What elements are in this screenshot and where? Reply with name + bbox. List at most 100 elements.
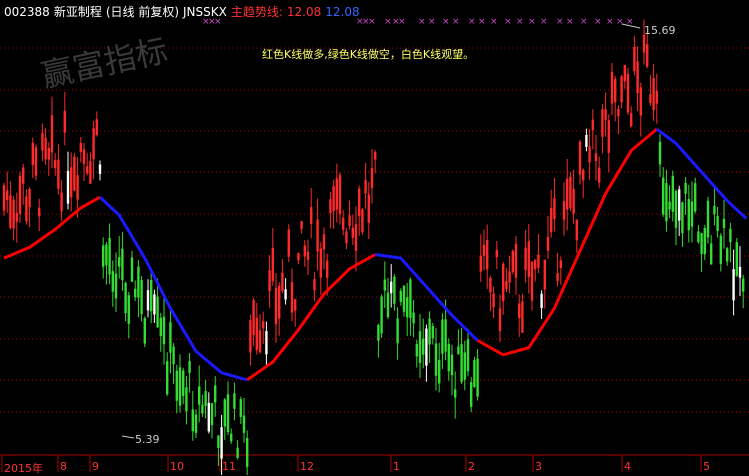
candle-body (614, 78, 617, 103)
candle-body (294, 299, 297, 311)
candle-body (92, 128, 95, 160)
candle-body (185, 387, 188, 412)
candle-body (658, 141, 662, 165)
candle-body (44, 137, 47, 160)
candle-body (364, 180, 367, 194)
x-axis-tick-label: 12 (300, 460, 314, 473)
candle-body (460, 344, 463, 382)
candle-body (130, 257, 134, 282)
candle-body (591, 119, 594, 131)
candle-body (729, 228, 732, 243)
candle-body (12, 199, 15, 229)
candle-body (313, 279, 316, 291)
candle-body (668, 201, 671, 210)
x-axis-tick-label: 9 (92, 460, 99, 473)
candle-body (582, 169, 585, 181)
candle-body (649, 94, 652, 103)
candle-body (374, 152, 377, 160)
x-axis-tick-label: 1 (393, 460, 400, 473)
candle-body (172, 346, 175, 365)
candle-body (604, 109, 607, 120)
candle-body (607, 120, 610, 153)
candle-body (505, 281, 508, 290)
signal-marker: × (468, 17, 476, 27)
candle-body (623, 65, 626, 82)
candle-body (681, 202, 684, 234)
signal-marker: × (566, 17, 574, 27)
low-price-label: 5.39 (135, 433, 160, 446)
signal-marker: × (580, 17, 588, 27)
candle-body (89, 161, 92, 184)
candle-body (322, 234, 326, 250)
candle-body (249, 320, 252, 353)
candle-body (470, 382, 473, 407)
candle-body (674, 191, 678, 228)
candle-body (508, 271, 511, 283)
candle-body (476, 358, 479, 397)
candle-body (489, 277, 492, 293)
chart-area[interactable]: × × × × × × × × × × × × × × × × × × × × × × × × × × × 002388 新亚制程 (日… (0, 0, 749, 475)
candle-body (316, 219, 319, 252)
candle-body (358, 188, 361, 217)
candle-body (332, 186, 335, 212)
signal-marker: × (368, 17, 376, 27)
candle-body (178, 367, 182, 406)
candle-body (15, 212, 18, 222)
candle-body (95, 119, 98, 135)
candle-body (354, 224, 358, 251)
candle-body (306, 251, 310, 260)
candle-body (556, 273, 559, 282)
candle-body (287, 229, 290, 257)
candle-body (239, 399, 242, 417)
candle-body (262, 321, 265, 329)
candle-body (6, 190, 9, 201)
candle-body (569, 176, 572, 208)
candle-body (258, 330, 262, 353)
candle-body (543, 259, 546, 290)
candle-body (233, 393, 236, 409)
candle-body (572, 188, 575, 214)
candle-body (694, 183, 697, 212)
candle-body (438, 359, 441, 384)
trend-line-up (3, 195, 101, 260)
candle-body (124, 282, 127, 314)
candle-body (540, 293, 543, 309)
candle-body (425, 328, 428, 366)
signal-marker: × (384, 17, 392, 27)
candle-body (66, 170, 70, 204)
candle-body (73, 156, 76, 191)
candle-body (684, 182, 687, 194)
candle-body (111, 271, 114, 292)
period-label: (日线 前复权) (105, 5, 180, 19)
candle-body (60, 192, 63, 212)
candle-body (191, 409, 194, 432)
candle-body (345, 231, 348, 244)
candle-body (553, 198, 556, 220)
candle-body (271, 247, 274, 281)
candle-body (319, 248, 322, 278)
candle-body (134, 288, 137, 298)
candle-body (630, 113, 633, 127)
candle-body (300, 221, 303, 229)
candle-body (63, 110, 66, 133)
high-price-label: 15.69 (644, 24, 676, 37)
candle-body (726, 248, 729, 262)
candle-body (463, 352, 466, 380)
indicator-name: JNSSKX (183, 5, 227, 19)
candle-body (31, 142, 34, 166)
stock-code: 002388 (4, 5, 50, 19)
candle-body (265, 331, 268, 355)
candle-body (428, 318, 431, 345)
candle-body (220, 427, 223, 459)
candle-body (54, 160, 57, 169)
trend-value-red: 12.08 (286, 5, 322, 19)
candle-body (246, 438, 249, 467)
candle-body (735, 242, 738, 276)
signal-marker: × (540, 17, 548, 27)
candle-body (642, 34, 646, 53)
chart-header: 002388 新亚制程 (日线 前复权) JNSSKX 主趋势线: 12.08 12.08 (4, 3, 364, 20)
candle-body (434, 343, 438, 376)
x-axis-tick-label: 2015年 (4, 462, 43, 475)
candle-body (441, 319, 444, 354)
candle-body (166, 361, 169, 395)
